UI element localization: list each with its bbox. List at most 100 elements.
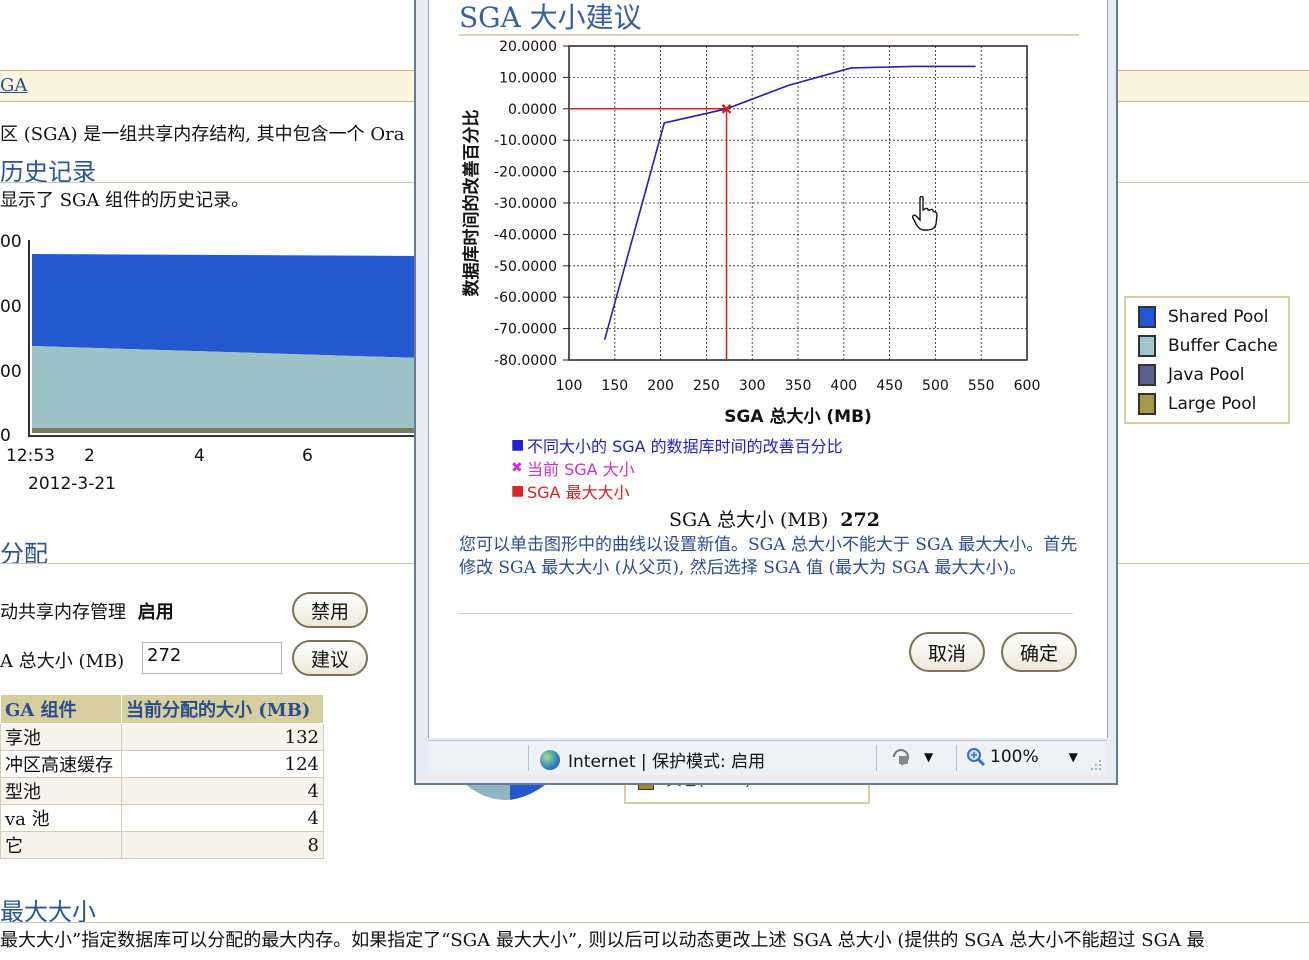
x-tick-label: 450 xyxy=(876,378,903,394)
resize-grip-icon[interactable] xyxy=(1090,759,1102,771)
legend-label: 当前 SGA 大小 xyxy=(527,460,635,479)
legend-item: Large Pool xyxy=(1138,392,1256,416)
auto-mgmt-text: 动共享内存管理 xyxy=(0,602,126,623)
x-tick-label: 200 xyxy=(647,378,674,394)
status-separator xyxy=(876,745,877,771)
intro-text: 区 (SGA) 是一组共享内存结构, 其中包含一个 Ora xyxy=(0,124,405,145)
y-tick-label: -30.0000 xyxy=(494,196,557,212)
current-total-value: 272 xyxy=(840,509,880,531)
component-size: 8 xyxy=(121,831,324,859)
component-name: 享池 xyxy=(0,723,122,751)
refresh-lock-icon xyxy=(893,749,909,765)
help-rule xyxy=(459,613,1073,614)
magnifier-icon xyxy=(967,748,986,767)
history-desc: 显示了 SGA 组件的历史记录。 xyxy=(0,190,250,211)
component-name: 型池 xyxy=(0,777,122,805)
zoom-control[interactable]: 100% ▼ xyxy=(966,747,1078,767)
legend-item: Shared Pool xyxy=(1138,305,1268,329)
total-size-input[interactable]: 272 xyxy=(142,642,282,674)
x-tick-label: 500 xyxy=(922,378,949,394)
protected-mode-menu[interactable]: ▼ xyxy=(890,747,933,767)
x-tick-label: 250 xyxy=(693,378,720,394)
sga-advice-chart[interactable]: 100 150 200 250 300 350 400 450 500 550 600 20.0000… xyxy=(449,34,1069,434)
legend-label: 不同大小的 SGA 的数据库时间的改善百分比 xyxy=(527,437,843,456)
legend-label: Large Pool xyxy=(1168,394,1257,414)
dialog-content: SGA 大小建议 100 150 200 250 300 350 400 450 500 550 6… xyxy=(428,0,1108,738)
history-x-date: 2012-3-21 xyxy=(28,474,116,494)
hand-cursor-icon xyxy=(912,196,938,231)
browser-status-bar: Internet | 保护模式: 启用 ▼ 100% ▼ xyxy=(428,740,1106,775)
legend-swatch xyxy=(1138,364,1156,386)
max-size-desc: 最大大小”指定数据库可以分配的最大内存。如果指定了“SGA 最大大小”, 则以后… xyxy=(0,930,1205,951)
chevron-down-icon: ▼ xyxy=(1068,750,1078,764)
component-size: 124 xyxy=(121,750,324,778)
column-header-component: GA 组件 xyxy=(0,694,122,724)
cancel-button[interactable]: 取消 xyxy=(909,632,985,672)
legend-item: Buffer Cache xyxy=(1138,334,1278,358)
status-separator xyxy=(956,745,957,771)
series-legend-item: ■ 不同大小的 SGA 的数据库时间的改善百分比 xyxy=(511,434,843,456)
sga-component-table: GA 组件 当前分配的大小 (MB) 享池 132 冲区高速缓存 124 型池 … xyxy=(0,694,324,859)
table-row: 享池 132 xyxy=(0,723,324,751)
series-legend-item: ✖ 当前 SGA 大小 xyxy=(511,457,635,479)
legend-marker: ✖ xyxy=(511,460,523,476)
help-text: 您可以单击图形中的曲线以设置新值。SGA 总大小不能大于 SGA 最大大小。首先… xyxy=(459,535,1078,578)
history-area-svg xyxy=(32,254,420,433)
security-zone-label: Internet | 保护模式: 启用 xyxy=(568,752,766,772)
y-tick-label: -50.0000 xyxy=(494,259,557,275)
history-y-tick: 00 xyxy=(0,362,22,382)
y-tick-label: 20.0000 xyxy=(499,39,557,55)
legend-swatch xyxy=(1138,306,1156,328)
history-area-chart xyxy=(28,240,420,437)
y-axis-label: 数据库时间的改善百分比 xyxy=(461,110,482,297)
component-size: 4 xyxy=(121,804,324,832)
x-axis-label: SGA 总大小 (MB) xyxy=(724,406,872,427)
history-y-tick: 00 xyxy=(0,297,22,317)
y-tick-label: -20.0000 xyxy=(494,165,557,181)
history-x-tick: 12:53 xyxy=(6,446,55,466)
history-x-tick: 4 xyxy=(194,446,205,466)
security-zone[interactable]: Internet | 保护模式: 启用 xyxy=(540,747,765,772)
legend-swatch xyxy=(1138,335,1156,357)
zoom-level: 100% xyxy=(990,747,1039,767)
x-tick-label: 400 xyxy=(830,378,857,394)
table-row: 冲区高速缓存 124 xyxy=(0,750,324,778)
x-tick-label: 300 xyxy=(739,378,766,394)
table-row: 型池 4 xyxy=(0,777,324,805)
y-tick-label: 10.0000 xyxy=(499,70,557,86)
current-total-size: SGA 总大小 (MB) 272 xyxy=(669,505,880,532)
y-tick-label: -40.0000 xyxy=(494,227,557,243)
x-tick-label: 100 xyxy=(556,378,583,394)
legend-label: Java Pool xyxy=(1168,365,1245,385)
table-row: va 池 4 xyxy=(0,804,324,832)
max-size-rule xyxy=(0,922,1309,923)
history-y-tick: 0 xyxy=(0,426,11,446)
component-name: va 池 xyxy=(0,804,122,832)
legend-swatch xyxy=(1138,393,1156,415)
total-size-label: A 总大小 (MB) xyxy=(0,651,125,672)
x-tick-label: 550 xyxy=(968,378,995,394)
component-size: 4 xyxy=(121,777,324,805)
component-legend: Shared Pool Buffer Cache Java Pool Large… xyxy=(1124,296,1290,424)
legend-label: SGA 最大大小 xyxy=(527,483,630,502)
series-legend-item: ■ SGA 最大大小 xyxy=(511,480,630,502)
y-tick-label: -10.0000 xyxy=(494,133,557,149)
history-x-tick: 6 xyxy=(302,446,313,466)
x-tick-label: 600 xyxy=(1014,378,1041,394)
table-row: 它 8 xyxy=(0,831,324,859)
area-other-pools xyxy=(32,428,420,433)
disable-button[interactable]: 禁用 xyxy=(292,592,368,628)
area-shared-pool xyxy=(32,254,420,358)
section-link[interactable]: GA xyxy=(0,75,27,96)
ok-button[interactable]: 确定 xyxy=(1001,632,1077,672)
advice-button[interactable]: 建议 xyxy=(292,640,368,676)
legend-marker: ■ xyxy=(511,483,525,499)
status-separator xyxy=(528,745,529,771)
dialog-title: SGA 大小建议 xyxy=(459,1,642,34)
auto-mgmt-value: 启用 xyxy=(137,602,174,623)
x-tick-label: 350 xyxy=(785,378,812,394)
y-tick-label: -70.0000 xyxy=(494,322,557,338)
legend-marker: ■ xyxy=(511,437,525,453)
auto-mgmt-label: 动共享内存管理 启用 xyxy=(0,598,174,624)
legend-label: Shared Pool xyxy=(1168,307,1269,327)
